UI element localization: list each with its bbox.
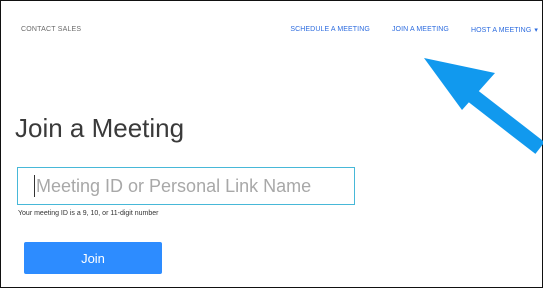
meeting-id-input[interactable] xyxy=(17,167,355,205)
join-button[interactable]: Join xyxy=(24,242,162,274)
text-cursor xyxy=(34,175,35,197)
browser-viewport: CONTACT SALES SCHEDULE A MEETING JOIN A … xyxy=(0,0,543,288)
host-meeting-menu[interactable]: HOST A MEETING ▾ xyxy=(471,26,538,34)
contact-sales-link[interactable]: CONTACT SALES xyxy=(21,26,81,33)
host-meeting-label: HOST A MEETING xyxy=(470,27,532,34)
top-navigation: CONTACT SALES SCHEDULE A MEETING JOIN A … xyxy=(1,1,542,57)
nav-links: SCHEDULE A MEETING JOIN A MEETING HOST A… xyxy=(290,26,538,34)
meeting-id-hint: Your meeting ID is a 9, 10, or 11-digit … xyxy=(18,210,159,217)
schedule-meeting-link[interactable]: SCHEDULE A MEETING xyxy=(290,26,370,34)
join-meeting-link[interactable]: JOIN A MEETING xyxy=(392,26,449,34)
caret-down-icon: ▾ xyxy=(534,27,538,34)
page-title: Join a Meeting xyxy=(15,113,185,143)
